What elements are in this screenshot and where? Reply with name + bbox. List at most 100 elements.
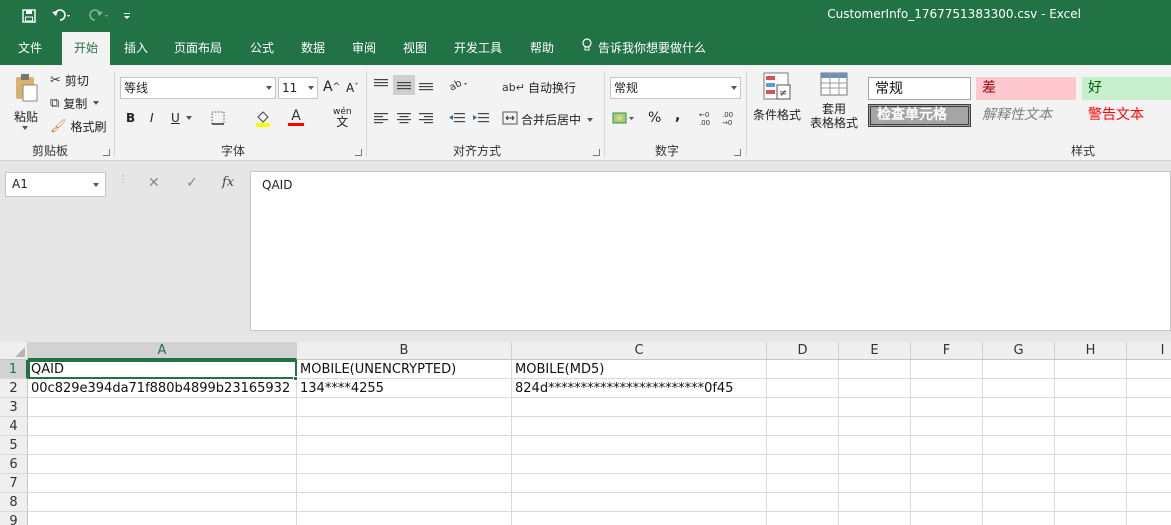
cell-A2[interactable]: 00c829e394da71f880b4899b23165932 (28, 379, 297, 398)
undo-icon[interactable] (48, 6, 76, 26)
tab-view[interactable]: 视图 (395, 32, 435, 65)
clipboard-launcher-icon[interactable] (103, 149, 110, 156)
column-header[interactable]: D (767, 342, 839, 360)
row-header[interactable]: 9 (0, 512, 28, 525)
format-as-table-label-1: 套用 (821, 102, 846, 116)
align-bottom-icon[interactable] (418, 77, 434, 91)
tab-home[interactable]: 开始 (62, 32, 110, 65)
phonetic-guide-icon[interactable]: wén 文 (333, 107, 352, 128)
name-box[interactable]: A1 (5, 172, 106, 197)
cancel-icon[interactable]: ✕ (148, 175, 160, 191)
cell-C1[interactable]: MOBILE(MD5) (512, 360, 767, 379)
insert-function-icon[interactable]: fx (222, 175, 234, 190)
align-left-icon[interactable] (373, 111, 389, 125)
scissors-icon: ✂ (50, 72, 61, 88)
alignment-launcher-icon[interactable] (593, 149, 600, 156)
underline-button[interactable]: U (171, 111, 180, 125)
merge-dropdown-icon[interactable] (587, 117, 594, 122)
column-header[interactable]: F (911, 342, 983, 360)
cell-C2[interactable]: 824d************************0f45 (512, 379, 767, 398)
cell-B1[interactable]: MOBILE(UNENCRYPTED) (297, 360, 512, 379)
align-right-icon[interactable] (418, 111, 434, 125)
comma-style-button[interactable]: , (675, 108, 680, 124)
row-header[interactable]: 3 (0, 398, 28, 417)
style-explanatory[interactable]: 解释性文本 (976, 104, 1076, 127)
row-header[interactable]: 7 (0, 474, 28, 493)
accounting-format-icon[interactable] (612, 111, 636, 125)
row-header[interactable]: 5 (0, 436, 28, 455)
paste-label: 粘贴 (13, 110, 38, 124)
borders-icon[interactable] (211, 111, 225, 125)
cell-A1[interactable]: QAID (28, 360, 297, 379)
format-painter-button[interactable]: 🖌 格式刷 (50, 117, 107, 135)
gridline (28, 454, 1171, 455)
style-warning[interactable]: 警告文本 (1082, 104, 1171, 127)
column-header[interactable]: H (1055, 342, 1127, 360)
row-header[interactable]: 6 (0, 455, 28, 474)
decrease-font-size-icon[interactable]: Aˇ (346, 81, 359, 95)
column-header[interactable]: I (1127, 342, 1171, 360)
redo-icon[interactable] (84, 6, 112, 26)
italic-button[interactable]: I (150, 111, 154, 125)
column-header[interactable]: C (512, 342, 767, 360)
tab-review[interactable]: 审阅 (344, 32, 384, 65)
paste-dropdown-icon[interactable] (22, 124, 32, 132)
tab-developer[interactable]: 开发工具 (446, 32, 510, 65)
style-check-cell[interactable]: 检查单元格 (868, 104, 971, 127)
increase-indent-icon[interactable] (472, 111, 490, 125)
select-all-corner[interactable] (0, 342, 28, 360)
cell-B2[interactable]: 134****4255 (297, 379, 512, 398)
fill-color-icon[interactable] (255, 109, 271, 127)
underline-dropdown-icon[interactable] (186, 116, 192, 120)
wrap-text-button[interactable]: ab↵ 自动换行 (502, 79, 576, 96)
number-launcher-icon[interactable] (734, 149, 741, 156)
column-header[interactable]: G (983, 342, 1055, 360)
style-good[interactable]: 好 (1082, 77, 1171, 100)
style-bad[interactable]: 差 (976, 77, 1076, 100)
tab-data[interactable]: 数据 (293, 32, 333, 65)
column-header[interactable]: A (28, 342, 297, 360)
row-header[interactable]: 1 (0, 360, 28, 379)
font-size-select[interactable]: 11 (278, 77, 318, 99)
row-header[interactable]: 8 (0, 493, 28, 512)
ribbon-tabs: 文件 开始 插入 页面布局 公式 数据 审阅 视图 开发工具 帮助 告诉我你想要… (0, 32, 1171, 65)
align-center-icon[interactable] (396, 111, 412, 125)
column-header[interactable]: B (297, 342, 512, 360)
merge-center-button[interactable]: 合并后居中 (502, 111, 594, 128)
number-format-select[interactable]: 常规 (610, 77, 741, 99)
style-normal[interactable]: 常规 (868, 77, 971, 100)
alignment-group-label: 对齐方式 (453, 144, 502, 158)
tell-me-box[interactable]: 告诉我你想要做什么 (576, 32, 716, 65)
tab-page-layout[interactable]: 页面布局 (166, 32, 230, 65)
font-color-icon[interactable]: A (288, 109, 304, 126)
row-header[interactable]: 2 (0, 379, 28, 398)
column-header[interactable]: E (839, 342, 911, 360)
orientation-icon[interactable]: ab (448, 77, 468, 91)
cut-button[interactable]: ✂ 剪切 (50, 71, 89, 89)
align-middle-icon[interactable] (393, 75, 415, 95)
increase-font-size-icon[interactable]: A ^ (323, 79, 340, 95)
format-as-table-button[interactable]: 套用 表格格式 (804, 71, 864, 130)
increase-decimal-icon[interactable]: ←0.00 (698, 109, 718, 127)
bold-button[interactable]: B (126, 111, 135, 125)
tab-help[interactable]: 帮助 (522, 32, 562, 65)
customize-quick-access-icon[interactable] (118, 6, 136, 26)
wrap-text-icon: ab↵ (502, 81, 525, 94)
row-header[interactable]: 4 (0, 417, 28, 436)
tab-formulas[interactable]: 公式 (242, 32, 282, 65)
font-name-select[interactable]: 等线 (120, 77, 276, 99)
formula-input[interactable]: QAID (250, 171, 1171, 331)
align-top-icon[interactable] (373, 77, 389, 91)
window-title: CustomerInfo_1767751383300.csv - Excel (827, 7, 1081, 21)
percent-button[interactable]: % (648, 110, 661, 126)
conditional-formatting-button[interactable]: ≠ 条件格式 (750, 71, 804, 123)
copy-dropdown-icon[interactable] (93, 101, 100, 105)
copy-button[interactable]: ⧉ 复制 (50, 94, 100, 112)
save-icon[interactable] (18, 6, 40, 26)
decrease-decimal-icon[interactable]: .00 →0 (721, 109, 741, 127)
decrease-indent-icon[interactable] (448, 111, 466, 125)
tab-insert[interactable]: 插入 (116, 32, 156, 65)
tab-file[interactable]: 文件 (10, 32, 50, 65)
enter-icon[interactable]: ✓ (186, 175, 198, 191)
font-launcher-icon[interactable] (355, 149, 362, 156)
